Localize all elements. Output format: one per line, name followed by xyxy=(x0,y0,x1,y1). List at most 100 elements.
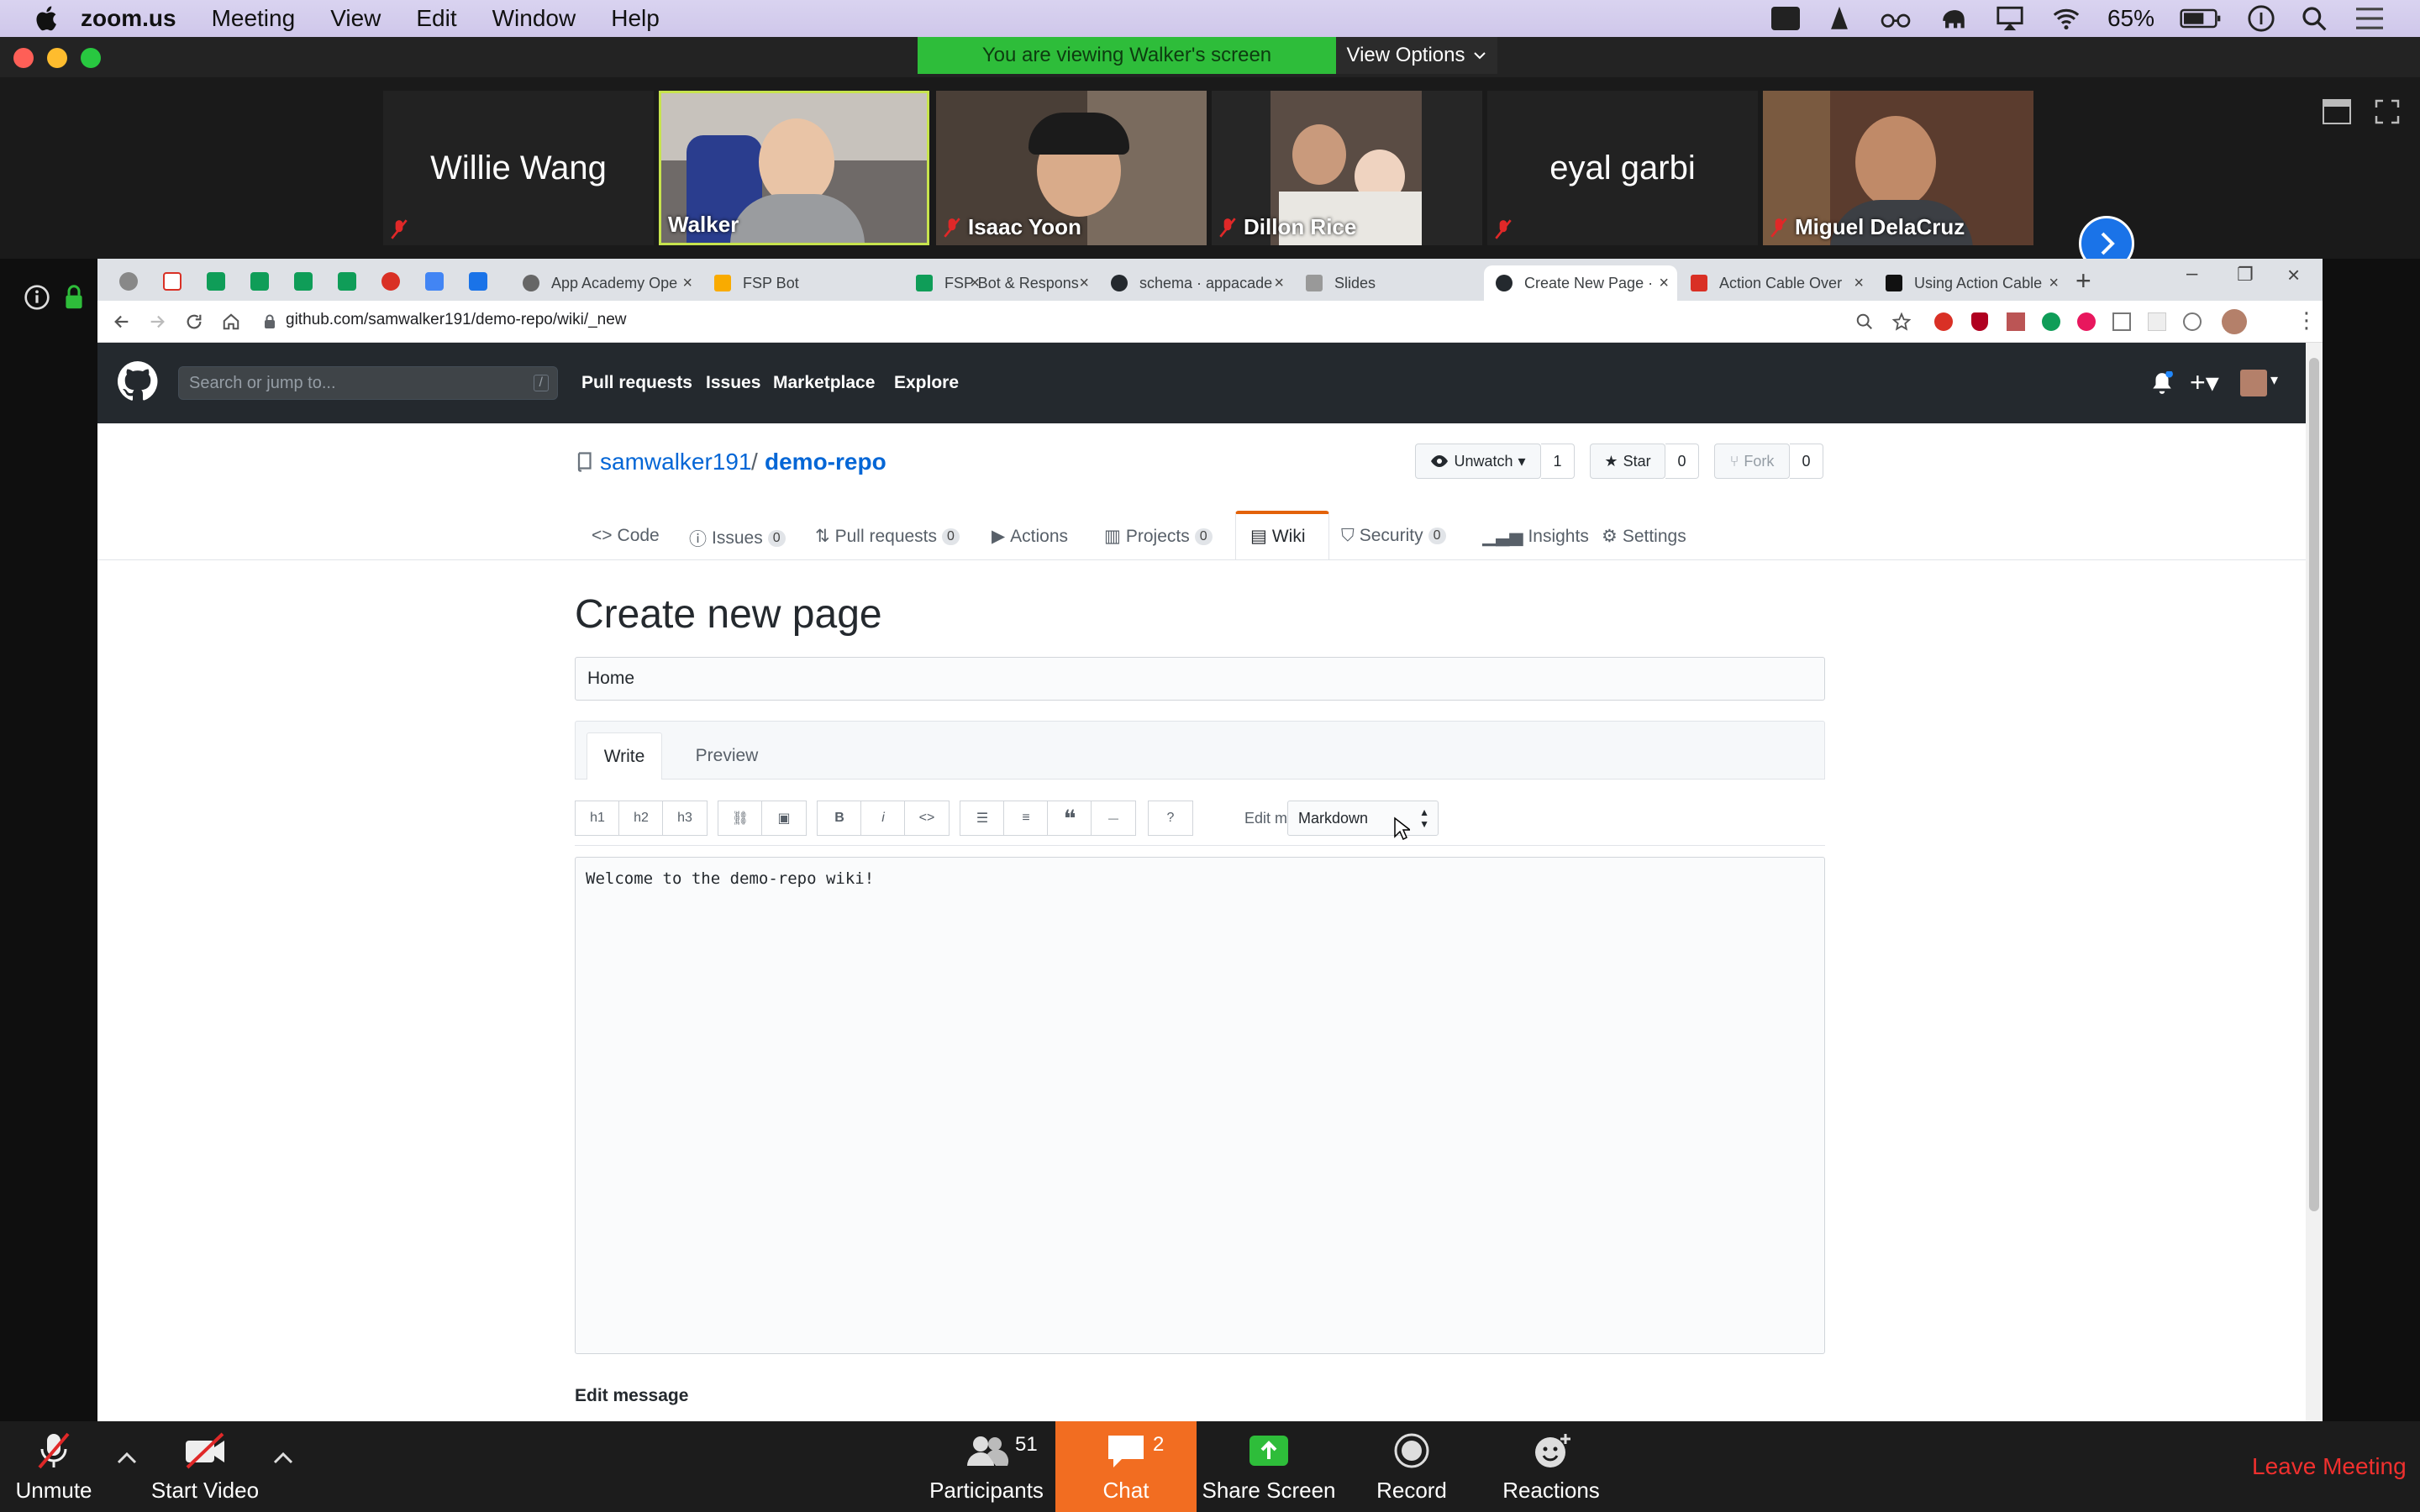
stars-count[interactable]: 0 xyxy=(1665,444,1699,479)
page-content-textarea[interactable]: Welcome to the demo-repo wiki! xyxy=(575,857,1825,1354)
browser-tab[interactable]: FSP Bot & Respons × xyxy=(904,265,1097,301)
participant-tile[interactable]: Miguel DelaCruz xyxy=(1763,91,2033,245)
participant-tile[interactable]: Isaac Yoon xyxy=(936,91,1207,245)
pdf-extension-icon[interactable] xyxy=(2007,312,2025,331)
close-tab-icon[interactable]: × xyxy=(1854,274,1864,293)
jira-tab-icon[interactable] xyxy=(469,272,487,291)
glasses-icon[interactable] xyxy=(1879,4,1912,33)
participant-tile[interactable]: Dillon Rice xyxy=(1212,91,1482,245)
forward-arrow-icon[interactable] xyxy=(148,312,166,331)
battery-icon[interactable] xyxy=(2180,6,2222,31)
lock-icon[interactable] xyxy=(264,314,276,329)
app-tab-icon[interactable] xyxy=(381,272,400,291)
notification-bell-icon[interactable] xyxy=(2151,371,2173,395)
create-new-plus-icon[interactable]: +▾ xyxy=(2190,366,2219,398)
close-tab-icon[interactable]: × xyxy=(1079,274,1089,293)
link-button[interactable]: ⛓ xyxy=(718,801,763,836)
close-window-button[interactable] xyxy=(13,48,34,68)
bookmark-star-icon[interactable] xyxy=(1892,312,1911,331)
h2-button[interactable]: h2 xyxy=(618,801,664,836)
audio-options-chevron-icon[interactable] xyxy=(116,1452,138,1465)
horizontal-rule-button[interactable]: — xyxy=(1091,801,1136,836)
zoom-status-icon[interactable] xyxy=(1770,7,1800,30)
tab-issues[interactable]: ⓘ Issues 0 xyxy=(689,526,786,551)
start-video-button[interactable]: Start Video xyxy=(148,1421,262,1512)
record-button[interactable]: Record xyxy=(1353,1421,1470,1512)
browser-menu-icon[interactable]: ⋮ xyxy=(2296,307,2317,333)
menu-view[interactable]: View xyxy=(330,5,381,32)
menu-window[interactable]: Window xyxy=(492,5,576,32)
vlc-icon[interactable] xyxy=(1825,4,1854,33)
profile-avatar[interactable] xyxy=(2222,309,2247,334)
numbered-list-button[interactable]: ≡ xyxy=(1003,801,1049,836)
participant-tile-active-speaker[interactable]: Walker xyxy=(659,91,929,245)
menu-edit[interactable]: Edit xyxy=(416,5,456,32)
github-logo-icon[interactable] xyxy=(118,361,158,402)
help-button[interactable]: ? xyxy=(1148,801,1193,836)
nav-pull-requests[interactable]: Pull requests xyxy=(581,373,692,393)
ublock-extension-icon[interactable] xyxy=(1971,312,1988,331)
info-icon[interactable] xyxy=(2247,4,2275,33)
chat-button[interactable]: Chat xyxy=(1055,1421,1197,1512)
browser-tab[interactable]: App Academy Ope × xyxy=(511,265,701,301)
new-tab-button[interactable]: + xyxy=(2075,265,2091,297)
sheets-tab-icon[interactable] xyxy=(207,272,225,291)
extension-icon[interactable] xyxy=(2148,312,2166,331)
meeting-info-icon[interactable] xyxy=(24,284,50,311)
minimize-browser-button[interactable]: – xyxy=(2186,262,2197,286)
encryption-lock-icon[interactable] xyxy=(64,284,84,311)
nav-issues[interactable]: Issues xyxy=(706,373,760,393)
unwatch-button[interactable]: Unwatch ▾ xyxy=(1415,444,1541,479)
view-options-button[interactable]: View Options xyxy=(1336,37,1497,74)
menu-meeting[interactable]: Meeting xyxy=(212,5,296,32)
bulleted-list-button[interactable]: ☰ xyxy=(960,801,1005,836)
extension-icon[interactable] xyxy=(2077,312,2096,331)
close-tab-icon[interactable]: × xyxy=(1274,274,1284,293)
star-button[interactable]: ★ Star xyxy=(1590,444,1665,479)
reload-icon[interactable] xyxy=(185,312,203,331)
elephant-icon[interactable] xyxy=(1938,4,1970,33)
sheets-tab-icon[interactable] xyxy=(250,272,269,291)
notification-center-icon[interactable] xyxy=(2353,5,2386,32)
pinned-tab-icon[interactable] xyxy=(119,272,138,291)
wifi-icon[interactable] xyxy=(2050,4,2082,33)
spotlight-search-icon[interactable] xyxy=(2301,5,2328,32)
tab-wiki-label[interactable]: ▤ Wiki xyxy=(1250,526,1306,547)
extension-icon[interactable] xyxy=(2112,312,2131,331)
tab-insights[interactable]: ▁▃▅ Insights xyxy=(1482,526,1589,547)
tab-code[interactable]: <> Code xyxy=(592,526,660,546)
browser-tab[interactable]: Using Action Cable × xyxy=(1874,265,2151,301)
video-options-chevron-icon[interactable] xyxy=(272,1452,294,1465)
tab-settings[interactable]: ⚙ Settings xyxy=(1602,526,1686,547)
apple-icon[interactable] xyxy=(34,4,62,33)
close-tab-icon[interactable]: × xyxy=(682,274,692,293)
leave-meeting-button[interactable]: Leave Meeting xyxy=(2252,1453,2407,1480)
unmute-button[interactable]: Unmute xyxy=(7,1421,101,1512)
menu-help[interactable]: Help xyxy=(611,5,660,32)
code-button[interactable]: <> xyxy=(904,801,950,836)
participant-tile[interactable]: Willie Wang xyxy=(383,91,654,245)
menu-app-name[interactable]: zoom.us xyxy=(81,5,176,32)
close-browser-button[interactable]: × xyxy=(2287,262,2300,288)
layout-toggle-icon[interactable] xyxy=(2323,99,2351,124)
avatar-dropdown-caret[interactable]: ▾ xyxy=(2270,371,2278,389)
back-arrow-icon[interactable] xyxy=(113,312,131,331)
page-scrollbar-thumb[interactable] xyxy=(2309,358,2319,1211)
page-title-input[interactable]: Home xyxy=(575,657,1825,701)
nav-marketplace[interactable]: Marketplace xyxy=(773,373,875,393)
github-avatar[interactable] xyxy=(2240,370,2267,396)
tab-pull-requests[interactable]: ⇅ Pull requests 0 xyxy=(815,526,960,547)
image-button[interactable]: ▣ xyxy=(761,801,807,836)
preview-tab[interactable]: Preview xyxy=(681,732,773,780)
extension-icon[interactable] xyxy=(2183,312,2202,331)
share-screen-button[interactable]: Share Screen xyxy=(1198,1421,1339,1512)
participant-tile[interactable]: eyal garbi xyxy=(1487,91,1758,245)
minimize-window-button[interactable] xyxy=(47,48,67,68)
close-tab-icon[interactable]: × xyxy=(2049,274,2059,293)
tab-security[interactable]: ⛉ Security 0 xyxy=(1341,526,1446,546)
h3-button[interactable]: h3 xyxy=(662,801,708,836)
sheets-tab-icon[interactable] xyxy=(338,272,356,291)
browser-tab[interactable]: schema · appacade × xyxy=(1099,265,1292,301)
nav-explore[interactable]: Explore xyxy=(894,373,959,393)
repo-name-link[interactable]: demo-repo xyxy=(765,449,886,475)
